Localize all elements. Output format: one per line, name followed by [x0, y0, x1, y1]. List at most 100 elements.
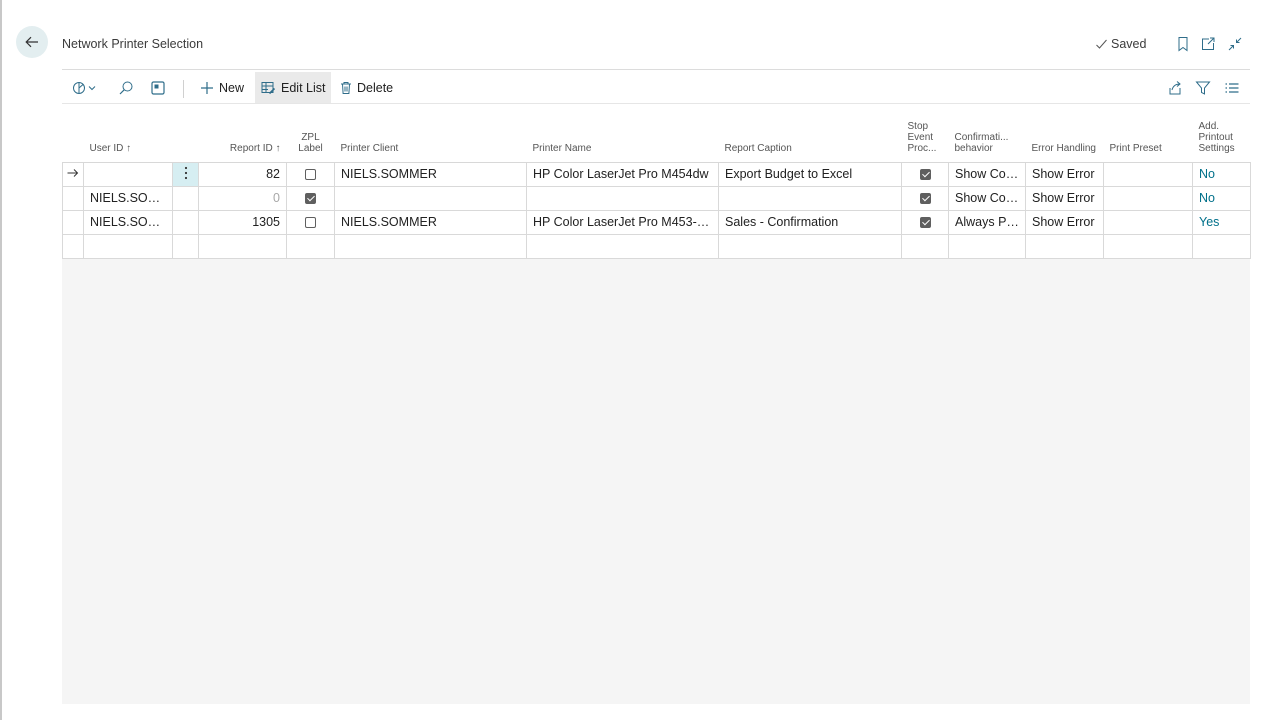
details-panel-icon [151, 81, 165, 95]
new-button[interactable]: New [200, 72, 244, 104]
row-indicator [62, 185, 84, 211]
cell-printer-name[interactable]: HP Color LaserJet Pro M453-4 P... [526, 209, 719, 235]
collapse-icon [1228, 37, 1242, 51]
table-row[interactable]: NIELS.SOMM... 1305 NIELS.SOMMER HP Color… [62, 209, 1251, 235]
cell-report-id[interactable]: 0 [198, 185, 287, 211]
open-new-window-button[interactable] [1199, 35, 1217, 53]
analyze-icon [73, 82, 96, 94]
table-row[interactable]: NIELS.SOMM... 0 Show Confi... Show Error… [62, 185, 1251, 211]
cell-user-id[interactable]: NIELS.SOMM... [83, 209, 173, 235]
cell-confirmation[interactable]: Show Confi... [948, 185, 1026, 211]
cell-error-handling[interactable]: Show Error [1025, 161, 1104, 187]
cell-error-handling[interactable]: Show Error [1025, 209, 1104, 235]
col-header-stop-event[interactable]: Stop Event Proc... [901, 104, 949, 163]
cell-zpl-label[interactable] [286, 185, 335, 211]
filter-icon [1195, 81, 1211, 95]
col-header-print-preset[interactable]: Print Preset [1103, 104, 1193, 163]
cell-report-caption[interactable]: Sales - Confirmation [718, 209, 902, 235]
open-new-window-icon [1202, 37, 1215, 50]
cell-report-id[interactable] [198, 233, 287, 259]
list-view-button[interactable] [1224, 72, 1240, 104]
col-header-zpl-label[interactable]: ZPL Label [286, 104, 335, 163]
search-button[interactable] [118, 72, 134, 104]
row-actions-cell [172, 185, 199, 211]
cell-print-preset[interactable] [1103, 233, 1193, 259]
col-header-error-handling[interactable]: Error Handling [1025, 104, 1104, 163]
row-actions-cell [172, 233, 199, 259]
cell-stop-event[interactable] [901, 161, 949, 187]
cell-zpl-label[interactable] [286, 209, 335, 235]
show-details-button[interactable] [150, 72, 166, 104]
cell-add-printout[interactable]: No [1192, 161, 1251, 187]
cell-report-id[interactable]: 1305 [198, 209, 287, 235]
cell-printer-client[interactable]: NIELS.SOMMER [334, 161, 527, 187]
col-header-user-id[interactable]: User ID ↑ [83, 104, 173, 163]
cell-printer-name[interactable] [526, 185, 719, 211]
cell-user-id[interactable] [83, 161, 173, 187]
cell-printer-client[interactable]: NIELS.SOMMER [334, 209, 527, 235]
cell-printer-client[interactable] [334, 185, 527, 211]
share-icon [1169, 81, 1181, 95]
cell-zpl-label[interactable] [286, 233, 335, 259]
arrow-right-icon [67, 169, 79, 177]
cell-add-printout[interactable]: No [1192, 185, 1251, 211]
col-header-actions [172, 104, 199, 163]
collapse-button[interactable] [1226, 35, 1244, 53]
saved-status: Saved [1095, 37, 1146, 51]
edit-list-button-label: Edit List [281, 81, 326, 95]
cell-stop-event[interactable] [901, 233, 949, 259]
stop-event-checkbox[interactable] [919, 217, 931, 229]
stop-event-checkbox[interactable] [919, 193, 931, 205]
data-grid-area: User ID ↑ Report ID ↑ ZPL Label Printer … [62, 104, 1251, 704]
cell-error-handling[interactable]: Show Error [1025, 185, 1104, 211]
row-actions-button[interactable] [172, 161, 199, 187]
zpl-label-checkbox[interactable] [305, 193, 316, 205]
cell-printer-name[interactable] [526, 233, 719, 259]
cell-user-id[interactable]: NIELS.SOMM... [83, 185, 173, 211]
analyze-menu-button[interactable] [72, 72, 98, 104]
cell-report-caption[interactable] [718, 233, 902, 259]
share-button[interactable] [1167, 72, 1183, 104]
cell-confirmation[interactable] [948, 233, 1026, 259]
col-header-select [62, 104, 84, 163]
cell-report-caption[interactable]: Export Budget to Excel [718, 161, 902, 187]
cell-print-preset[interactable] [1103, 209, 1193, 235]
cell-stop-event[interactable] [901, 209, 949, 235]
table-row[interactable]: 82 NIELS.SOMMER HP Color LaserJet Pro M4… [62, 161, 1251, 187]
col-header-add-printout[interactable]: Add. Printout Settings [1192, 104, 1251, 163]
zpl-label-checkbox[interactable] [305, 169, 316, 181]
cell-report-caption[interactable] [718, 185, 902, 211]
bookmark-button[interactable] [1174, 35, 1192, 53]
col-header-printer-client[interactable]: Printer Client [334, 104, 527, 163]
col-header-report-id[interactable]: Report ID ↑ [198, 104, 287, 163]
printer-selection-grid: User ID ↑ Report ID ↑ ZPL Label Printer … [62, 104, 1251, 259]
edit-list-button[interactable]: Edit List [255, 72, 332, 104]
zpl-label-checkbox[interactable] [305, 217, 316, 229]
cell-printer-name[interactable]: HP Color LaserJet Pro M454dw [526, 161, 719, 187]
stop-event-checkbox[interactable] [919, 169, 931, 181]
toolbar-divider [183, 80, 184, 98]
cell-add-printout[interactable] [1192, 233, 1251, 259]
cell-confirmation[interactable]: Always Print [948, 209, 1026, 235]
col-header-report-caption[interactable]: Report Caption [718, 104, 902, 163]
list-view-icon [1225, 83, 1239, 93]
cell-confirmation[interactable]: Show Confi... [948, 161, 1026, 187]
cell-report-id[interactable]: 82 [198, 161, 287, 187]
cell-stop-event[interactable] [901, 185, 949, 211]
cell-error-handling[interactable] [1025, 233, 1104, 259]
col-header-confirmation[interactable]: Confirmati... behavior [948, 104, 1026, 163]
saved-label: Saved [1111, 37, 1147, 51]
more-vertical-icon [184, 166, 187, 179]
cell-user-id[interactable] [83, 233, 173, 259]
back-button[interactable] [16, 26, 48, 58]
delete-button[interactable]: Delete [340, 72, 393, 104]
filter-button[interactable] [1195, 72, 1211, 104]
cell-print-preset[interactable] [1103, 161, 1193, 187]
cell-printer-client[interactable] [334, 233, 527, 259]
col-header-printer-name[interactable]: Printer Name [526, 104, 719, 163]
cell-print-preset[interactable] [1103, 185, 1193, 211]
cell-zpl-label[interactable] [286, 161, 335, 187]
new-entry-row[interactable] [62, 233, 1251, 259]
delete-button-label: Delete [357, 81, 394, 95]
cell-add-printout[interactable]: Yes [1192, 209, 1251, 235]
